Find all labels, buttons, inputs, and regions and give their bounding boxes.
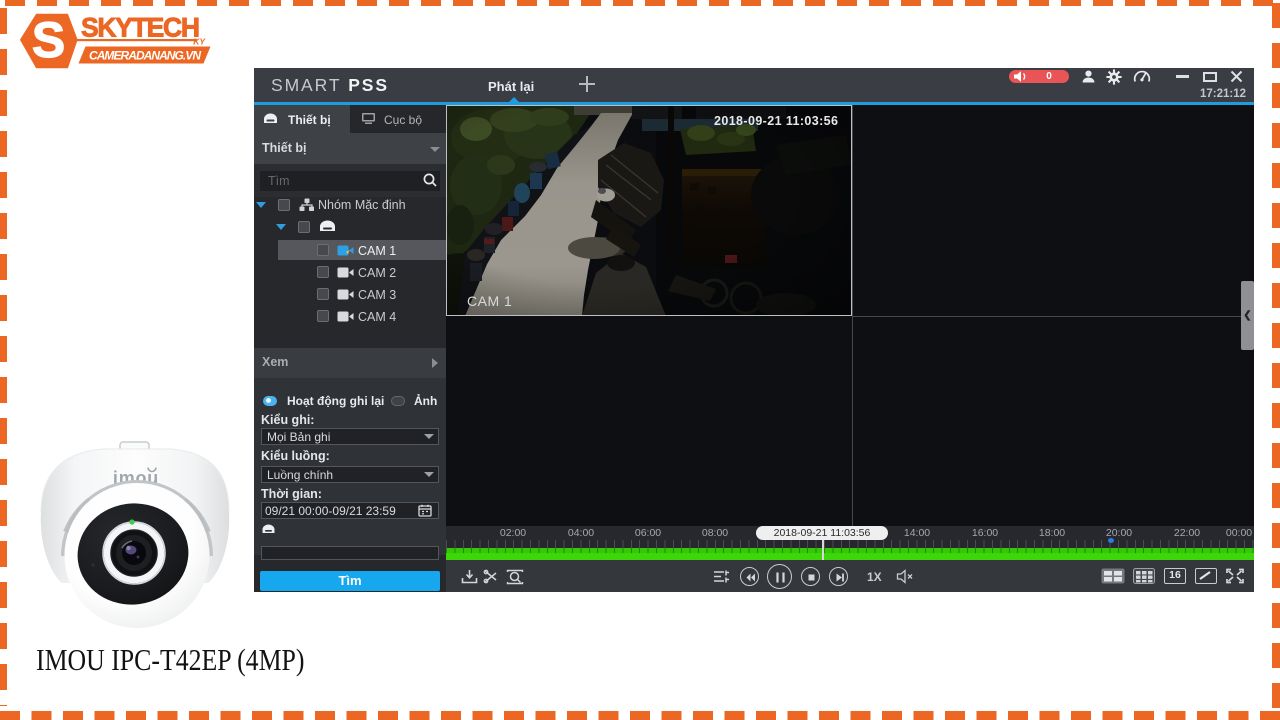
svg-text:SKYTECH: SKYTECH (81, 13, 200, 43)
svg-text:CAM 1: CAM 1 (467, 293, 512, 309)
svg-text:KY: KY (193, 37, 206, 47)
svg-text:2018-09-21 11:03:56: 2018-09-21 11:03:56 (714, 114, 838, 128)
svg-text:CAMERADANANG.VN: CAMERADANANG.VN (89, 49, 201, 63)
svg-text:S: S (32, 12, 65, 68)
